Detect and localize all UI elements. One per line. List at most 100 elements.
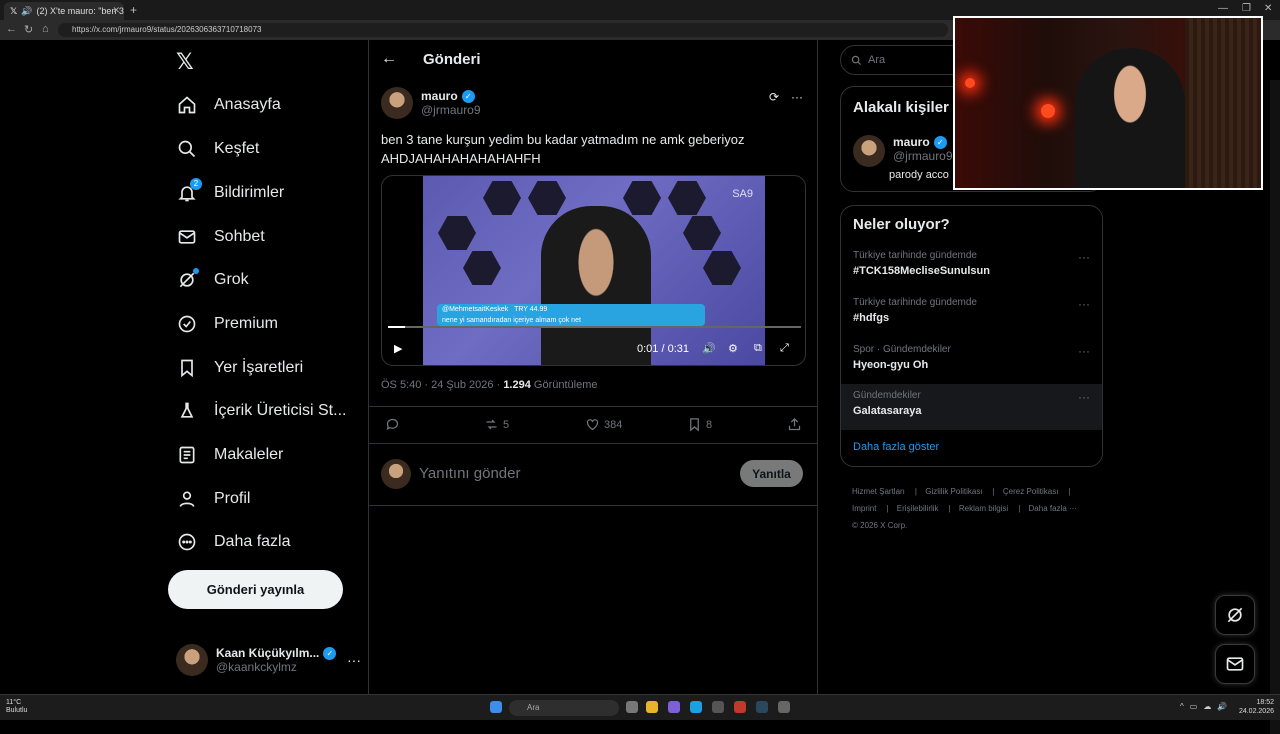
back-icon[interactable]: ←: [6, 23, 17, 35]
pip-icon[interactable]: ⧉: [754, 342, 762, 355]
settings-gear-icon[interactable]: ⚙: [728, 342, 738, 355]
explorer-icon[interactable]: [646, 701, 658, 713]
app-icon[interactable]: [712, 701, 724, 713]
new-dot: [193, 268, 199, 274]
video-progress-bar[interactable]: [388, 326, 801, 328]
maximize-icon[interactable]: ❐: [1242, 3, 1251, 14]
more-dots-icon[interactable]: ···: [1078, 250, 1090, 264]
account-name-row: Kaan Küçükyılm... ✓: [216, 646, 337, 660]
trend-item[interactable]: Türkiye tarihinde gündemde #TCK158Meclis…: [841, 250, 1102, 296]
tweet-author[interactable]: mauro ✓ @jrmauro9: [381, 87, 481, 119]
trend-item[interactable]: Gündemdekiler Galatasaraya ···: [841, 384, 1102, 430]
footer-link[interactable]: Hizmet Şartları: [852, 487, 905, 496]
view-count: 1.294: [503, 379, 531, 391]
trend-name: Galatasaraya: [853, 405, 922, 417]
like-action[interactable]: 384: [585, 417, 622, 432]
back-arrow-icon[interactable]: ←: [381, 50, 397, 68]
donation-amount: TRY 44.99: [514, 306, 548, 313]
new-tab-icon[interactable]: +: [130, 3, 137, 17]
avatar[interactable]: [381, 87, 413, 119]
donation-user: @MehmetsaitKeskek: [442, 306, 509, 313]
light-bulb: [1041, 104, 1055, 118]
nav-grok[interactable]: Grok: [176, 265, 249, 295]
volume-icon[interactable]: 🔊: [702, 342, 716, 355]
system-tray[interactable]: ^▭☁🔊: [1180, 702, 1233, 711]
more-dots-icon[interactable]: ···: [1078, 297, 1090, 311]
trend-category: Spor · Gündemdekiler: [853, 344, 951, 355]
tweet-timestamp[interactable]: ÖS 5:40 · 24 Şub 2026 ·: [381, 379, 503, 391]
minimize-icon[interactable]: —: [1218, 3, 1228, 14]
reply-action[interactable]: [385, 417, 400, 432]
notification-badge: 2: [190, 178, 202, 190]
related-user[interactable]: mauro ✓ @jrmauro9: [853, 135, 953, 167]
trend-item[interactable]: Türkiye tarihinde gündemde #hdfgs ···: [841, 297, 1102, 343]
messages-float-button[interactable]: [1215, 644, 1255, 684]
close-window-icon[interactable]: ✕: [1264, 3, 1272, 14]
heart-icon: [586, 419, 599, 431]
post-button[interactable]: Gönderi yayınla: [168, 570, 343, 609]
steam-icon[interactable]: [756, 701, 768, 713]
footer-link[interactable]: Daha fazla ···: [1029, 504, 1077, 513]
footer-link[interactable]: Imprint: [852, 504, 876, 513]
footer-link[interactable]: Erişilebilirlik: [897, 504, 939, 513]
account-switcher[interactable]: Kaan Küçükyılm... ✓ @kaankckylmz ···: [176, 640, 361, 680]
reply-input[interactable]: Yanıtını gönder: [419, 465, 520, 482]
grok-float-button[interactable]: [1215, 595, 1255, 635]
tweet-text: ben 3 tane kurşun yedim bu kadar yatmadı…: [381, 130, 801, 168]
clock[interactable]: 18:52 24.02.2026: [1239, 698, 1274, 716]
related-name[interactable]: mauro: [893, 135, 930, 149]
more-dots-icon[interactable]: ···: [791, 90, 803, 104]
tab-close-icon[interactable]: ✕: [112, 5, 120, 16]
nav-home[interactable]: Anasayfa: [176, 90, 281, 120]
x-logo-icon[interactable]: 𝕏: [176, 50, 194, 75]
home-icon[interactable]: ⌂: [42, 23, 49, 35]
webcam-overlay: [953, 16, 1263, 190]
avatar[interactable]: [853, 135, 885, 167]
scrollbar[interactable]: [1270, 80, 1280, 734]
url-field[interactable]: https://x.com/jrmauro9/status/2026306363…: [58, 23, 948, 37]
footer-link[interactable]: Gizlilik Politikası: [925, 487, 982, 496]
taskbar-search[interactable]: Ara: [509, 700, 619, 716]
nav-notifications[interactable]: 2 Bildirimler: [176, 178, 284, 208]
more-dots-icon[interactable]: ···: [1078, 344, 1090, 358]
more-dots-icon[interactable]: ···: [347, 652, 361, 668]
reload-icon[interactable]: ↻: [24, 23, 33, 36]
app-icon[interactable]: [734, 701, 746, 713]
nav-creator-studio[interactable]: İçerik Üreticisi St...: [176, 396, 346, 426]
nav-bookmarks[interactable]: Yer İşaretleri: [176, 353, 303, 383]
more-dots-icon[interactable]: ···: [1078, 390, 1090, 404]
author-handle[interactable]: @jrmauro9: [421, 103, 481, 117]
play-icon[interactable]: ▶: [394, 342, 402, 355]
windows-start-icon[interactable]: [490, 701, 502, 713]
nav-profile[interactable]: Profil: [176, 484, 250, 514]
weather-widget[interactable]: 11°C Bulutlu: [6, 699, 27, 715]
views-label: Görüntüleme: [530, 379, 598, 391]
nav-chat[interactable]: Sohbet: [176, 222, 265, 252]
app-icon[interactable]: [668, 701, 680, 713]
footer-link[interactable]: Çerez Politikası: [1003, 487, 1059, 496]
nav-explore[interactable]: Keşfet: [176, 134, 259, 164]
taskview-icon[interactable]: [626, 701, 638, 713]
retweet-action[interactable]: 5: [484, 417, 509, 432]
nav-articles[interactable]: Makaleler: [176, 440, 283, 470]
fullscreen-icon[interactable]: ⤢: [780, 342, 789, 355]
grok-explain-icon[interactable]: ⟳: [769, 90, 779, 104]
reply-button[interactable]: Yanıtla: [740, 460, 803, 487]
nav-more[interactable]: Daha fazla: [176, 527, 291, 557]
hex-shape: [703, 251, 741, 285]
browser-tab[interactable]: 𝕏 🔊 (2) X'te mauro: "ben 3 tane k ✕: [4, 2, 124, 20]
video-player[interactable]: SA9 @MehmetsaitKeskek TRY 44.99 nene yi …: [381, 175, 806, 366]
edge-icon[interactable]: [690, 701, 702, 713]
share-action[interactable]: [787, 417, 802, 432]
nav-premium[interactable]: Premium: [176, 309, 278, 339]
footer-link[interactable]: Reklam bilgisi: [959, 504, 1008, 513]
show-more-link[interactable]: Daha fazla göster: [853, 441, 939, 453]
nav-label: Sohbet: [214, 228, 265, 245]
bookmark-action[interactable]: 8: [687, 417, 712, 432]
author-name[interactable]: mauro: [421, 89, 458, 103]
nav-label: Profil: [214, 490, 251, 507]
app-icon[interactable]: [778, 701, 790, 713]
trend-category: Türkiye tarihinde gündemde: [853, 250, 977, 261]
trends-card: Neler oluyor? Türkiye tarihinde gündemde…: [840, 205, 1103, 467]
speaker-icon[interactable]: 🔊: [21, 6, 32, 17]
